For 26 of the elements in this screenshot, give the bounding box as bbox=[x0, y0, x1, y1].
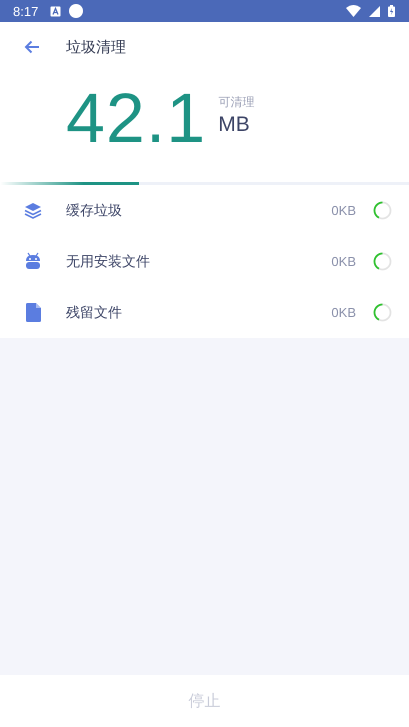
category-label: 缓存垃圾 bbox=[66, 202, 123, 220]
amount-caption: 可清理 bbox=[218, 94, 254, 111]
loading-spinner-icon bbox=[373, 201, 392, 220]
notification-icon bbox=[50, 6, 62, 16]
document-icon bbox=[26, 303, 40, 322]
junk-category-row[interactable]: 缓存垃圾 0KB bbox=[0, 185, 409, 236]
layers-icon bbox=[24, 202, 42, 220]
category-size: 0KB bbox=[331, 305, 356, 320]
battery-icon bbox=[388, 5, 395, 17]
signal-icon bbox=[369, 6, 380, 16]
junk-category-row[interactable]: 无用安装文件 0KB bbox=[0, 236, 409, 287]
category-size: 0KB bbox=[331, 203, 356, 218]
page-title: 垃圾清理 bbox=[66, 38, 126, 56]
loading-spinner-icon bbox=[373, 303, 392, 322]
status-time: 8:17 bbox=[13, 4, 38, 18]
category-label: 无用安装文件 bbox=[66, 252, 151, 270]
amount-unit: MB bbox=[218, 113, 251, 137]
android-icon bbox=[25, 252, 41, 271]
category-label: 残留文件 bbox=[66, 304, 123, 322]
junk-amount: 42.1 bbox=[66, 84, 206, 152]
loading-spinner-icon bbox=[373, 252, 392, 271]
wifi-icon bbox=[346, 5, 361, 17]
circle-icon bbox=[69, 4, 84, 18]
category-size: 0KB bbox=[331, 254, 356, 269]
back-arrow-icon bbox=[24, 40, 40, 54]
junk-category-row[interactable]: 残留文件 0KB bbox=[0, 287, 409, 338]
